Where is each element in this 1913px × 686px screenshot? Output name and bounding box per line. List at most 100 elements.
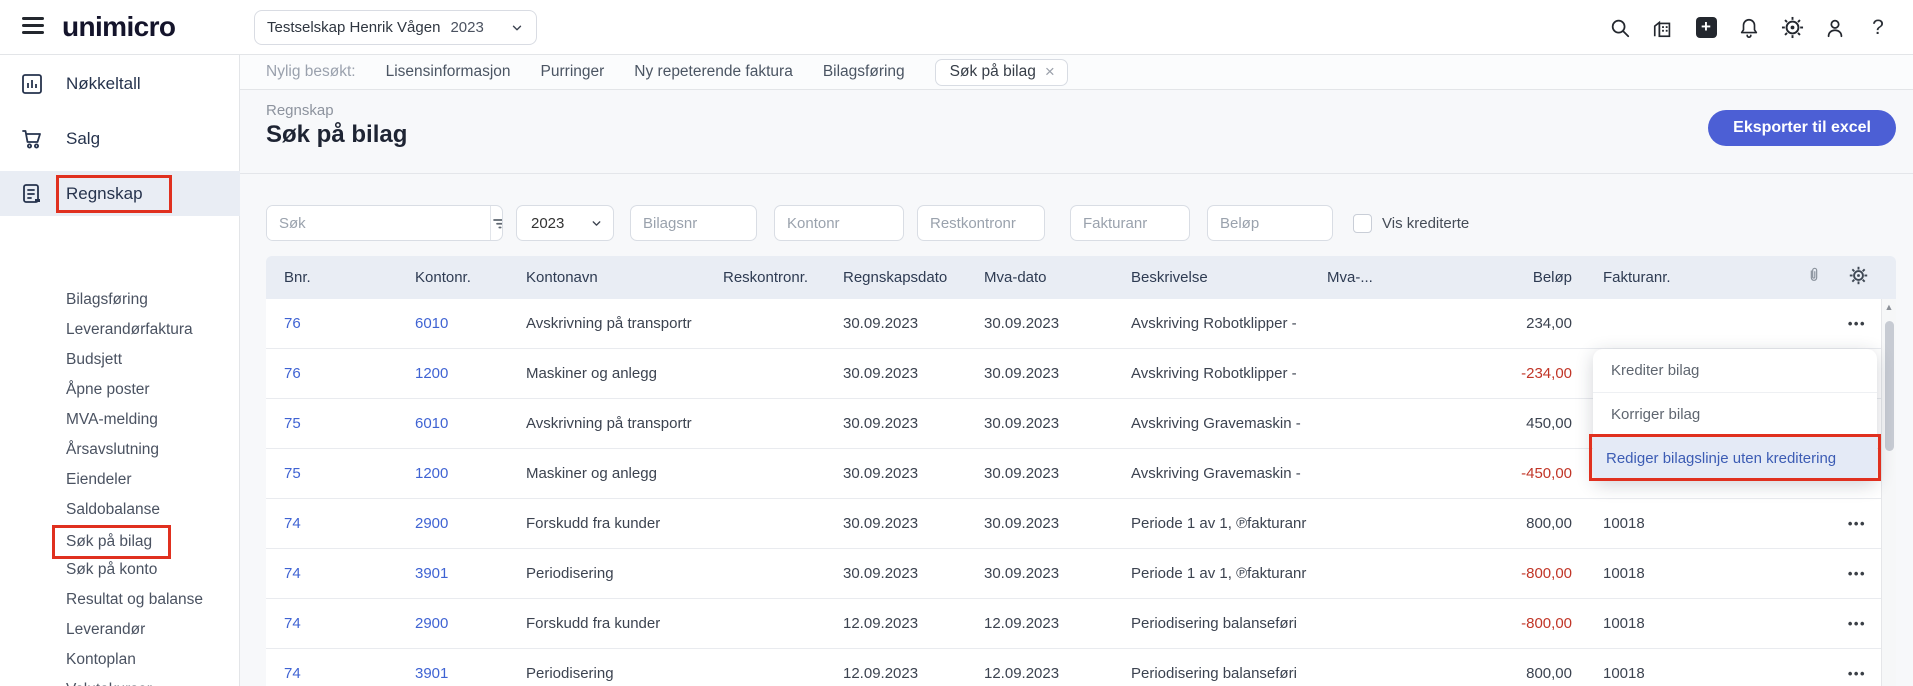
scrollbar-thumb[interactable] (1884, 321, 1894, 451)
cell-bnr[interactable]: 75 (284, 465, 415, 482)
sidebar-item-arsavslutning[interactable]: Årsavslutning (0, 435, 240, 465)
sidebar-item-budsjett[interactable]: Budsjett (0, 345, 240, 375)
kontonr-input[interactable] (774, 205, 904, 241)
show-credited-checkbox-wrap[interactable]: Vis krediterte (1353, 213, 1469, 233)
cell-bnr[interactable]: 74 (284, 615, 415, 632)
sidebar-item-nokkeltall[interactable]: Nøkkeltall (0, 62, 240, 106)
cell-belop: 800,00 (1526, 515, 1572, 532)
settings-icon[interactable] (1779, 15, 1805, 41)
cell-kontonr[interactable]: 6010 (415, 315, 526, 332)
recent-tab-bilagsforing[interactable]: Bilagsføring (823, 63, 905, 81)
recent-tab-lisensinformasjon[interactable]: Lisensinformasjon (386, 63, 511, 81)
menu-item-krediter-bilag[interactable]: Krediter bilag (1593, 349, 1877, 393)
cell-kontonr[interactable]: 3901 (415, 565, 526, 582)
annotation-box-sok-pa-bilag: Søk på bilag (52, 525, 172, 559)
sidebar-item-leverandor[interactable]: Leverandør (0, 615, 240, 645)
restkontronr-input[interactable] (917, 205, 1045, 241)
filter-funnel-icon[interactable] (490, 206, 502, 240)
sidebar-item-resultat-og-balanse[interactable]: Resultat og balanse (0, 585, 240, 615)
sidebar-item-mva-melding[interactable]: MVA-melding (0, 405, 240, 435)
column-header-mva[interactable]: Mva-... (1327, 269, 1437, 286)
column-header-kontonavn[interactable]: Kontonavn (526, 269, 723, 286)
sidebar-item-sok-pa-konto[interactable]: Søk på konto (0, 555, 240, 585)
cell-kontonavn: Maskiner og anlegg (526, 465, 657, 482)
cell-bnr[interactable]: 74 (284, 515, 415, 532)
row-menu-ellipsis-icon[interactable]: ••• (1848, 617, 1866, 630)
hamburger-menu-icon[interactable] (22, 17, 46, 37)
year-select[interactable]: 2023 (516, 205, 614, 241)
bilagsnr-input[interactable] (630, 205, 757, 241)
sidebar-item-regnskap[interactable]: Regnskap (0, 171, 240, 216)
cell-belop: 234,00 (1526, 315, 1572, 332)
column-header-belop[interactable]: Beløp (1437, 269, 1572, 286)
close-icon[interactable]: × (1045, 63, 1055, 80)
sidebar-item-apne-poster[interactable]: Åpne poster (0, 375, 240, 405)
cell-kontonr[interactable]: 3901 (415, 665, 526, 682)
help-icon[interactable]: ? (1865, 15, 1891, 41)
sidebar-item-eiendeler[interactable]: Eiendeler (0, 465, 240, 495)
cell-beskrivelse: Avskriving Robotklipper - (1131, 365, 1297, 382)
cell-bnr[interactable]: 74 (284, 665, 415, 682)
user-icon[interactable] (1822, 15, 1848, 41)
row-menu-ellipsis-icon[interactable]: ••• (1848, 517, 1866, 530)
paperclip-icon[interactable] (1806, 266, 1822, 289)
sidebar-item-bilagsforing[interactable]: Bilagsføring (0, 285, 240, 315)
fakturanr-input[interactable] (1070, 205, 1190, 241)
show-credited-checkbox[interactable] (1353, 213, 1372, 233)
column-header-reskontronr[interactable]: Reskontronr. (723, 269, 843, 286)
column-header-beskrivelse[interactable]: Beskrivelse (1131, 269, 1327, 286)
main-content: Nylig besøkt: Lisensinformasjon Purringer… (240, 55, 1913, 686)
column-header-kontonr[interactable]: Kontonr. (415, 269, 526, 286)
vertical-scrollbar[interactable]: ▲ (1881, 299, 1896, 686)
recent-tab-purringer[interactable]: Purringer (541, 63, 605, 81)
year-select-value: 2023 (531, 214, 565, 232)
sidebar-item-kontoplan[interactable]: Kontoplan (0, 645, 240, 675)
scrollbar-up-arrow[interactable]: ▲ (1882, 302, 1896, 312)
cell-kontonr[interactable]: 2900 (415, 615, 526, 632)
search-input[interactable] (267, 206, 490, 240)
breadcrumb[interactable]: Regnskap (266, 102, 334, 119)
search-icon[interactable] (1607, 15, 1633, 41)
active-tab-label: Søk på bilag (949, 62, 1036, 80)
cell-beskrivelse: Avskriving Robotklipper - (1131, 315, 1297, 332)
company-selector[interactable]: Testselskap Henrik Vågen 2023 (254, 10, 537, 45)
cell-bnr[interactable]: 74 (284, 565, 415, 582)
cell-kontonr[interactable]: 6010 (415, 415, 526, 432)
chevron-down-icon (592, 220, 601, 226)
column-header-mva-dato[interactable]: Mva-dato (984, 269, 1131, 286)
row-menu-ellipsis-icon[interactable]: ••• (1848, 567, 1866, 580)
cell-bnr[interactable]: 76 (284, 365, 415, 382)
search-field (266, 205, 503, 241)
recent-tab-ny-repeterende-faktura[interactable]: Ny repeterende faktura (634, 63, 793, 81)
cell-kontonavn: Forskudd fra kunder (526, 515, 661, 532)
menu-item-korriger-bilag[interactable]: Korriger bilag (1593, 393, 1877, 437)
add-icon[interactable]: + (1693, 15, 1719, 41)
cell-kontonr[interactable]: 1200 (415, 365, 526, 382)
row-menu-ellipsis-icon[interactable]: ••• (1848, 667, 1866, 680)
menu-item-rediger-bilagslinje-uten-kreditering[interactable]: Rediger bilagslinje uten kreditering (1593, 437, 1877, 481)
sidebar-item-salg[interactable]: Salg (0, 117, 240, 161)
column-header-bnr[interactable]: Bnr. (284, 269, 415, 286)
sidebar-item-leverandorfaktura[interactable]: Leverandørfaktura (0, 315, 240, 345)
cell-kontonr[interactable]: 2900 (415, 515, 526, 532)
tab-sok-pa-bilag[interactable]: Søk på bilag × (934, 58, 1068, 86)
belop-input[interactable] (1207, 205, 1333, 241)
topbar: unimicro Testselskap Henrik Vågen 2023 + (0, 0, 1913, 55)
sidebar-item-sok-pa-bilag[interactable]: Søk på bilag (0, 525, 240, 559)
cell-regnskapsdato: 30.09.2023 (843, 465, 919, 482)
cell-kontonr[interactable]: 1200 (415, 465, 526, 482)
export-to-excel-button[interactable]: Eksporter til excel (1708, 110, 1896, 146)
row-menu-ellipsis-icon[interactable]: ••• (1848, 317, 1866, 330)
cell-bnr[interactable]: 75 (284, 415, 415, 432)
sidebar-item-saldobalanse[interactable]: Saldobalanse (0, 495, 240, 525)
notifications-icon[interactable] (1736, 15, 1762, 41)
sidebar-item-valutakurser[interactable]: Valutakurser (0, 675, 240, 686)
cell-belop: -800,00 (1521, 565, 1572, 582)
cell-mva-dato: 30.09.2023 (984, 365, 1060, 382)
column-header-regnskapsdato[interactable]: Regnskapsdato (843, 269, 984, 286)
cell-bnr[interactable]: 76 (284, 315, 415, 332)
recent-tabs-bar: Nylig besøkt: Lisensinformasjon Purringer… (240, 55, 1913, 90)
company-icon[interactable] (1650, 15, 1676, 41)
column-header-fakturanr[interactable]: Fakturanr. (1572, 269, 1792, 286)
table-settings-gear-icon[interactable] (1849, 266, 1868, 290)
